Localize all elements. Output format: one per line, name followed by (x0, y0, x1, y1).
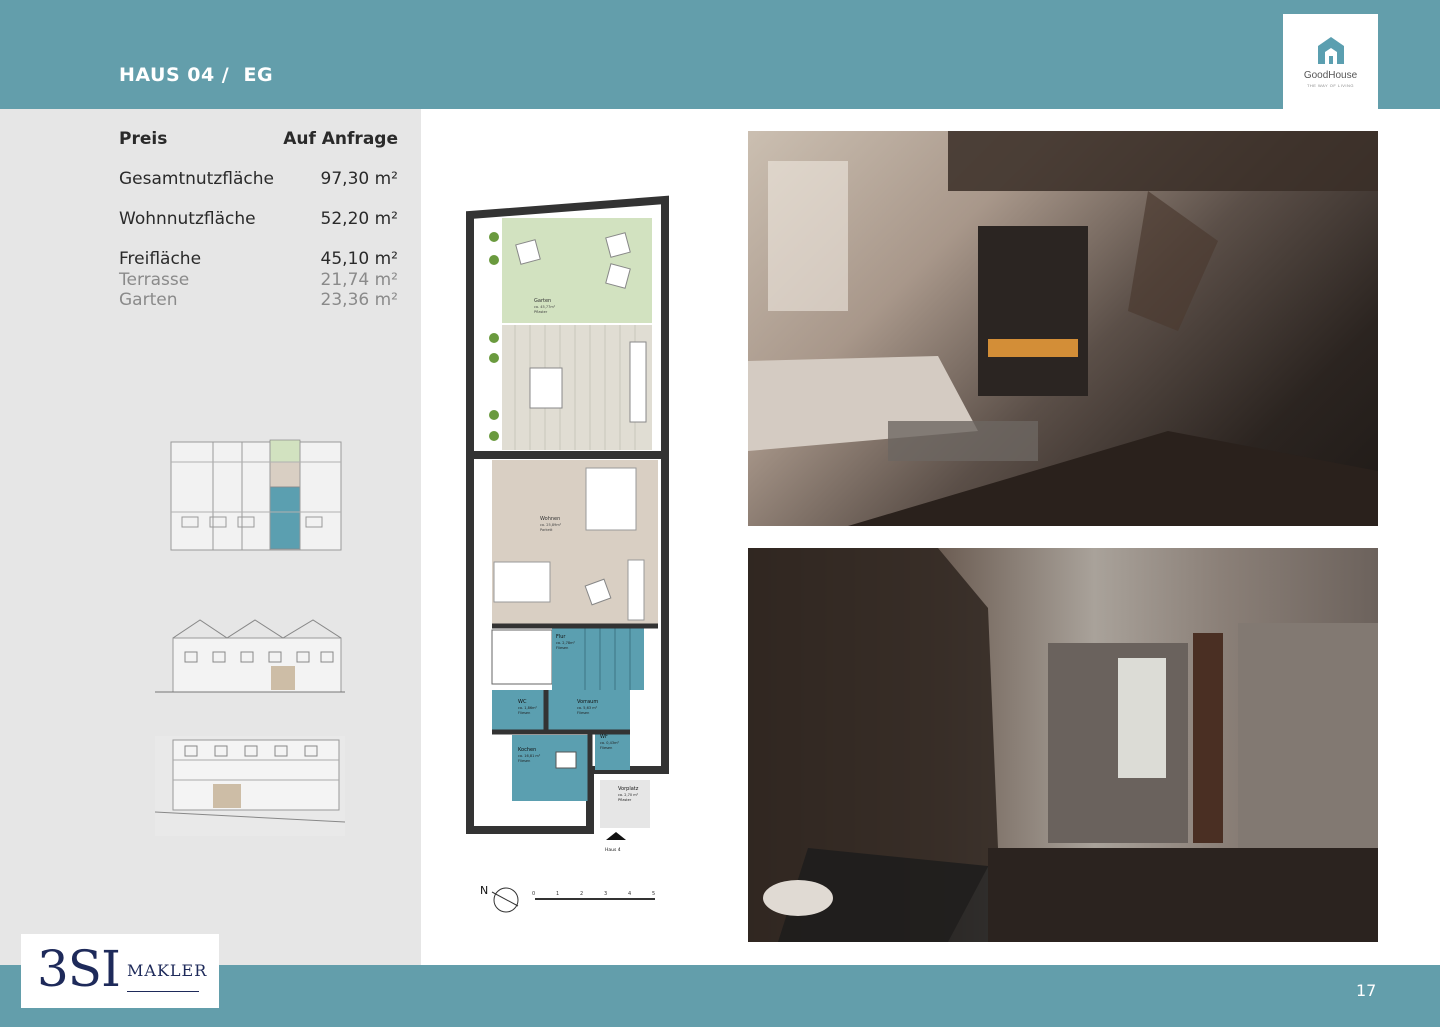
flur-room-floor: Fliesen (556, 646, 568, 650)
vorplatz-room-floor: Pflaster (618, 798, 632, 802)
kochen-room-floor: Fliesen (518, 759, 530, 763)
scale-label-1: 1 (556, 891, 559, 897)
scale-label-2: 2 (580, 891, 583, 897)
staircase-photo (748, 548, 1378, 942)
flur-room-label: Flur (556, 634, 566, 640)
vorplatz-room-area: ca. 2,70 m² (618, 793, 639, 797)
wc-room-floor: Fliesen (518, 711, 530, 715)
wohn-label: Wohnnutzfläche (119, 209, 256, 229)
vorraum-room-label: Vorraum (577, 699, 598, 705)
kochen-room-area: ca. 16,81 m² (518, 754, 541, 758)
gesamt-value: 97,30 m² (320, 169, 398, 189)
living-room-photo (748, 131, 1378, 526)
terrasse-label: Terrasse (119, 270, 190, 290)
kochen-room-label: Kochen (518, 747, 536, 753)
scale-label-3: 3 (604, 891, 607, 897)
price-value: Auf Anfrage (283, 129, 398, 149)
vorraum-room-floor: Fliesen (577, 711, 589, 715)
scale-label-5: 5 (652, 891, 655, 897)
terrasse-value: 21,74 m² (320, 270, 398, 290)
makler-logo: 3SI MAKLER (21, 934, 219, 1008)
header-bar: HAUS 04 / EG GoodHouse THE WAY OF LIVING (0, 0, 1440, 109)
brand-word: MAKLER (127, 961, 208, 980)
garten-room-area: ca. 45,77m² (534, 305, 556, 309)
wc-room-label: WC (518, 699, 527, 705)
goodhouse-logo: GoodHouse THE WAY OF LIVING (1283, 14, 1378, 109)
flur-room-area: ca. 2,78m² (556, 641, 575, 645)
gesamt-label: Gesamtnutzfläche (119, 169, 274, 189)
scale-label-0: 0 (532, 891, 535, 897)
brand-underline (127, 991, 199, 992)
wf-room-label: WF (600, 734, 608, 740)
wf-room-area: ca. 0,43m² (600, 741, 619, 745)
wc-room-area: ca. 1,86m² (518, 706, 537, 710)
page-number: 17 (1356, 981, 1377, 1000)
kochen-zone (512, 735, 590, 801)
north-label: N (480, 884, 488, 897)
wohnen-room-area: ca. 25,89m² (540, 523, 562, 527)
garten-label: Garten (119, 290, 178, 310)
entrance-label: Haus 4 (605, 847, 621, 853)
garten-value: 23,36 m² (320, 290, 398, 310)
frei-label: Freifläche (119, 249, 202, 269)
brand-mark: 3SI (37, 940, 121, 998)
scale-label-4: 4 (628, 891, 631, 897)
wohnen-room-floor: Parkett (540, 528, 553, 532)
site-plan-thumbnail (170, 439, 342, 551)
vorplatz-room-label: Vorplatz (618, 786, 639, 792)
north-scale-bar: N 0 1 2 3 4 5 (480, 884, 655, 913)
logo-name: GoodHouse (1303, 70, 1358, 81)
vorraum-room-area: ca. 5,63 m² (577, 706, 598, 710)
floor-plan: Garten ca. 45,77m² Pflaster Wohnen ca. 2… (466, 195, 669, 853)
garten-room-floor: Pflaster (534, 310, 548, 314)
garten-room-label: Garten (534, 298, 551, 304)
frei-value: 45,10 m² (320, 249, 398, 269)
house-logo-icon (1318, 37, 1344, 64)
front-elevation-thumbnail (155, 619, 345, 693)
wf-room-floor: Fliesen (600, 746, 612, 750)
rear-elevation-thumbnail (155, 736, 345, 836)
wohnen-room-label: Wohnen (540, 516, 560, 522)
page-title: HAUS 04 / EG (119, 64, 274, 86)
wohn-value: 52,20 m² (320, 209, 398, 229)
price-label: Preis (119, 129, 168, 149)
logo-tagline: THE WAY OF LIVING (1306, 83, 1355, 88)
